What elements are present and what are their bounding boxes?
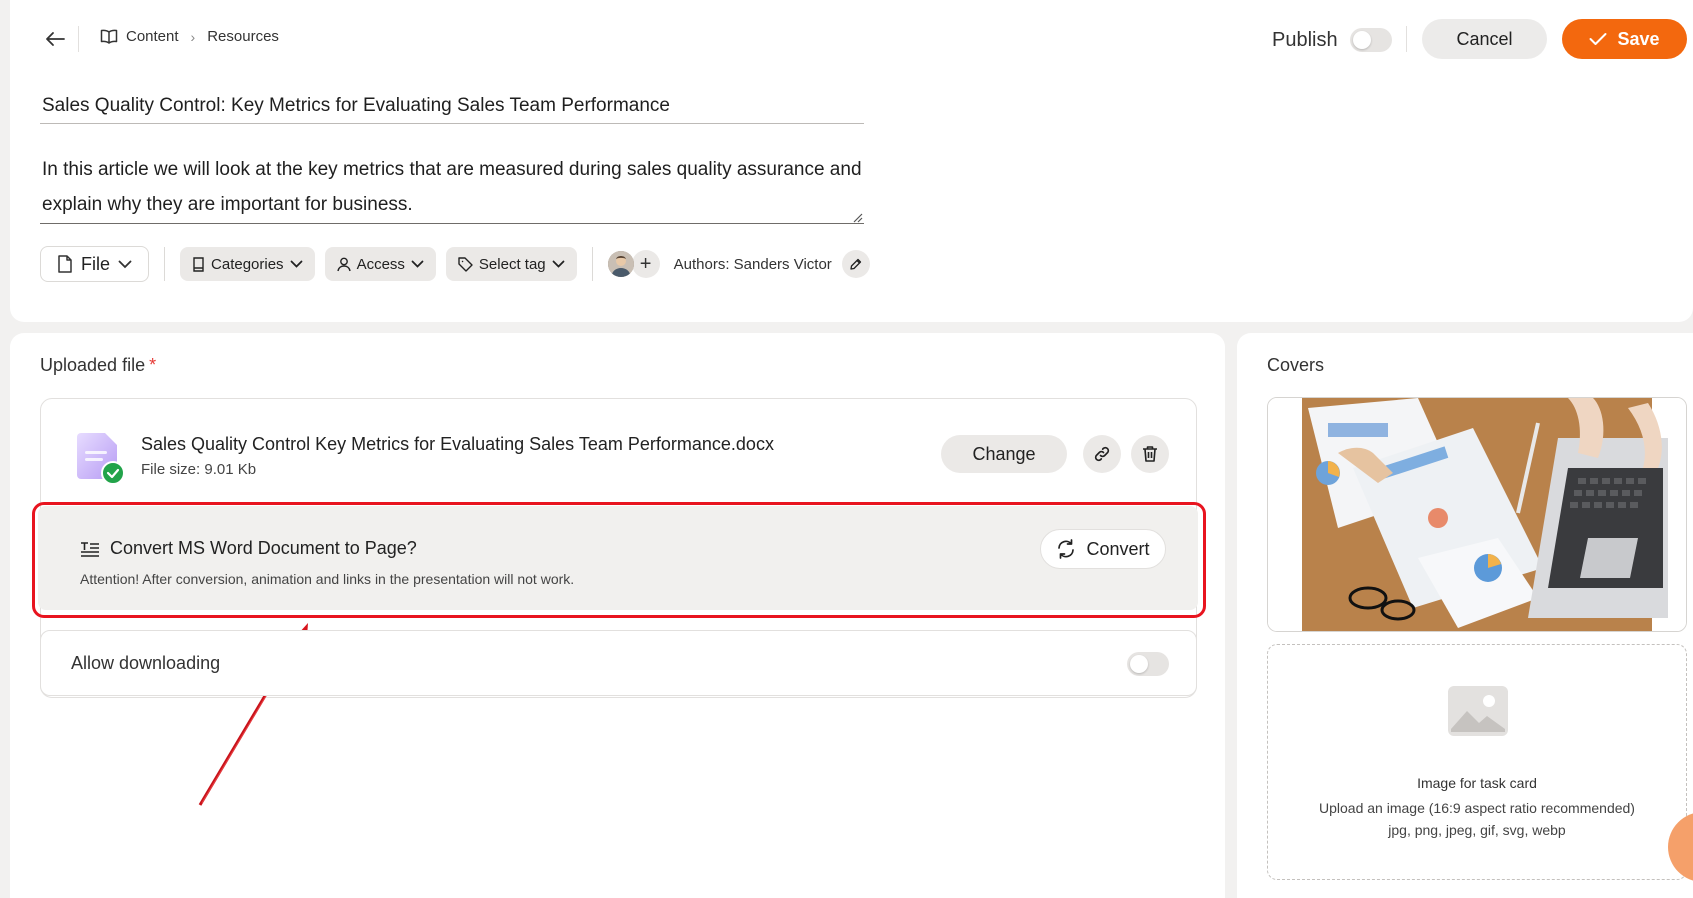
type-select[interactable]: File (40, 246, 150, 282)
convert-warning: Attention! After conversion, animation a… (80, 571, 575, 587)
convert-label: Convert (1086, 538, 1150, 559)
save-label: Save (1617, 28, 1660, 49)
tag-icon (458, 256, 473, 272)
publish-label: Publish (1272, 28, 1338, 51)
convert-title: Convert MS Word Document to Page? (80, 538, 417, 559)
upload-formats: jpg, png, jpeg, gif, svg, webp (1388, 822, 1566, 838)
publish-control: Publish (1272, 28, 1392, 52)
tag-dropdown[interactable]: Select tag (445, 247, 577, 281)
categories-dropdown[interactable]: Categories (180, 247, 315, 281)
link-icon (1094, 446, 1110, 462)
convert-title-text: Convert MS Word Document to Page? (110, 538, 417, 558)
allow-downloading-label: Allow downloading (71, 653, 221, 673)
book-icon (100, 29, 118, 44)
authors-label: Authors: Sanders Victor (673, 255, 832, 273)
upload-hint: Upload an image (16:9 aspect ratio recom… (1319, 800, 1635, 816)
divider (1406, 26, 1407, 52)
divider (591, 247, 593, 281)
uploaded-file-text: Uploaded file (40, 355, 146, 375)
convert-button[interactable]: Convert (1040, 529, 1166, 569)
title-input[interactable] (40, 88, 864, 124)
file-size: File size: 9.01 Kb (141, 461, 257, 478)
file-name: Sales Quality Control Key Metrics for Ev… (141, 434, 774, 454)
upload-title: Image for task card (1417, 775, 1537, 791)
cancel-button[interactable]: Cancel (1422, 19, 1547, 59)
covers-label: Covers (1267, 355, 1325, 375)
file-icon (58, 255, 72, 273)
convert-banner: Convert MS Word Document to Page? Attent… (38, 506, 1198, 610)
user-icon (336, 257, 351, 271)
refresh-icon (1058, 539, 1075, 559)
text-lines-icon (81, 541, 99, 557)
publish-toggle[interactable] (1349, 28, 1392, 52)
chevron-right-icon: › (190, 28, 196, 45)
change-file-button[interactable]: Change (941, 435, 1067, 473)
allow-downloading-toggle[interactable] (1127, 652, 1169, 676)
uploaded-file-label: Uploaded file * (40, 355, 156, 376)
avatar[interactable] (607, 251, 634, 277)
author-photo-icon (607, 251, 634, 277)
delete-file-button[interactable] (1131, 435, 1169, 473)
trash-icon (1143, 446, 1157, 462)
save-button[interactable]: Save (1562, 19, 1687, 59)
required-mark: * (149, 355, 157, 375)
toggle-knob (1352, 31, 1371, 49)
tag-label: Select tag (478, 255, 546, 273)
cover-photo-icon (1268, 398, 1686, 631)
description-textarea[interactable]: In this article we will look at the key … (40, 152, 864, 224)
cover-image[interactable] (1267, 397, 1687, 632)
check-icon (1589, 33, 1607, 45)
access-dropdown[interactable]: Access (324, 247, 436, 281)
divider (78, 26, 79, 52)
chevron-down-icon (290, 260, 302, 268)
back-button[interactable] (40, 26, 70, 52)
type-label: File (81, 253, 111, 274)
pencil-icon (850, 258, 862, 270)
document-icon (77, 433, 125, 485)
upload-hint-block: Upload an image (16:9 aspect ratio recom… (1268, 797, 1686, 841)
cover-upload-dropzone[interactable]: Image for task card Upload an image (16:… (1267, 644, 1687, 880)
arrow-left-icon (46, 32, 65, 46)
add-author-button[interactable]: + (631, 250, 660, 278)
resize-handle-icon[interactable] (851, 211, 863, 223)
breadcrumb: Content › Resources (100, 28, 279, 45)
copy-link-button[interactable] (1083, 435, 1121, 473)
allow-downloading-row: Allow downloading (40, 630, 1197, 696)
chevron-down-icon (552, 260, 565, 268)
breadcrumb-content[interactable]: Content (126, 28, 179, 45)
image-placeholder-icon (1448, 686, 1508, 736)
toggle-knob (1130, 655, 1148, 673)
categories-label: Categories (211, 255, 284, 273)
notebook-icon (193, 256, 204, 272)
breadcrumb-resources[interactable]: Resources (207, 28, 279, 45)
chevron-down-icon (411, 260, 424, 268)
divider (164, 247, 166, 281)
access-label: Access (356, 255, 405, 273)
edit-authors-button[interactable] (841, 250, 870, 278)
chevron-down-icon (118, 260, 132, 268)
resource-toolbar: File Categories Access Select tag + Auth… (40, 246, 870, 282)
